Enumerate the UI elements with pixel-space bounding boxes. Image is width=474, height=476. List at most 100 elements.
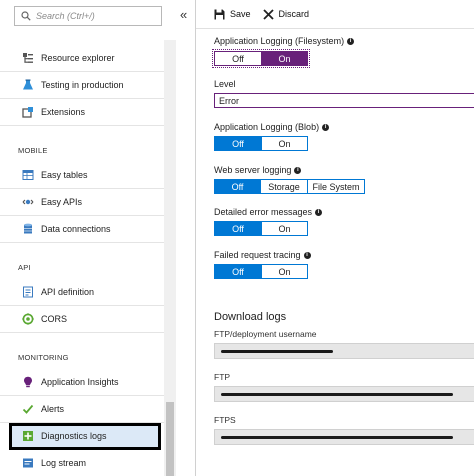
app-logging-blob-label: Application Logging (Blob) i [214, 122, 330, 132]
sidebar-item-label: Easy APIs [41, 197, 83, 207]
close-icon [262, 8, 274, 20]
sidebar-item-log-stream[interactable]: Log stream [0, 450, 164, 476]
ftp-username-label: FTP/deployment username [214, 329, 317, 339]
web-server-logging-storage[interactable]: Storage [261, 179, 308, 194]
info-icon[interactable]: i [303, 251, 311, 259]
info-icon[interactable]: i [347, 37, 355, 45]
redacted-value [221, 350, 333, 353]
ftps-label: FTPS [214, 415, 236, 425]
info-icon[interactable]: i [294, 166, 302, 174]
flask-icon [22, 79, 34, 91]
sidebar-item-api-definition[interactable]: API definition [0, 279, 164, 306]
detailed-errors-toggle: Off On [214, 221, 308, 236]
sidebar-item-application-insights[interactable]: Application Insights [0, 369, 164, 396]
ftps-url-field[interactable] [214, 429, 474, 445]
web-server-logging-toggle: Off Storage File System [214, 179, 365, 194]
web-server-logging-label: Web server logging i [214, 165, 302, 175]
save-button[interactable]: Save [214, 9, 251, 20]
sidebar-item-label: Alerts [41, 404, 65, 414]
save-icon [214, 9, 225, 19]
field-label-text: Detailed error messages [214, 207, 313, 217]
sidebar-item-label: CORS [41, 314, 68, 324]
detailed-errors-off[interactable]: Off [214, 221, 262, 236]
section-header-mobile: MOBILE [18, 146, 48, 155]
ftp-label: FTP [214, 372, 231, 382]
info-icon[interactable]: i [322, 123, 330, 131]
table-icon [22, 169, 34, 181]
diagnostics-icon [22, 430, 34, 442]
toolbar-divider [196, 28, 474, 29]
log-stream-icon [22, 457, 34, 469]
sidebar-item-data-connections[interactable]: Data connections [0, 216, 164, 243]
sidebar: « Resource explorer Testing in productio… [0, 0, 196, 476]
redacted-value [221, 436, 453, 439]
diagnostics-logs-panel: Save Discard Application Logging (Filesy… [196, 0, 474, 476]
sidebar-item-cors[interactable]: CORS [0, 306, 164, 333]
web-server-logging-off[interactable]: Off [214, 179, 261, 194]
failed-request-tracing-off[interactable]: Off [214, 264, 262, 279]
info-icon[interactable]: i [315, 208, 323, 216]
detailed-errors-label: Detailed error messages i [214, 207, 323, 217]
failed-request-tracing-on[interactable]: On [262, 264, 308, 279]
search-box[interactable] [14, 6, 162, 26]
app-logging-blob-off[interactable]: Off [214, 136, 262, 151]
sidebar-item-label: Easy tables [41, 170, 88, 180]
sidebar-item-alerts[interactable]: Alerts [0, 396, 164, 423]
level-select[interactable]: Error [214, 93, 474, 108]
sidebar-nav: Resource explorer Testing in production … [0, 45, 164, 476]
detailed-errors-on[interactable]: On [262, 221, 308, 236]
app-logging-fs-toggle: Off On [212, 49, 310, 68]
field-label-text: Application Logging (Blob) [214, 122, 320, 132]
sidebar-item-extensions[interactable]: Extensions [0, 99, 164, 126]
field-label-text: Application Logging (Filesystem) [214, 36, 345, 46]
field-label-text: Failed request tracing [214, 250, 301, 260]
field-label-text: Web server logging [214, 165, 292, 175]
api-definition-icon [22, 286, 34, 298]
search-icon [21, 11, 31, 21]
level-label: Level [214, 79, 236, 89]
sidebar-item-label: Resource explorer [41, 53, 115, 63]
sidebar-item-resource-explorer[interactable]: Resource explorer [0, 45, 164, 72]
sidebar-item-label: Extensions [41, 107, 86, 117]
lightbulb-icon [22, 376, 34, 388]
download-logs-title: Download logs [214, 311, 287, 323]
sidebar-item-label: API definition [41, 287, 95, 297]
field-label-text: Level [214, 79, 236, 89]
save-label: Save [230, 9, 251, 19]
app-logging-fs-label: Application Logging (Filesystem) i [214, 36, 355, 46]
level-value: Error [219, 95, 239, 106]
sidebar-item-easy-apis[interactable]: Easy APIs [0, 189, 164, 216]
sidebar-item-label: Log stream [41, 458, 87, 468]
database-icon [22, 223, 34, 235]
discard-label: Discard [278, 9, 310, 19]
section-header-monitoring: MONITORING [18, 353, 69, 362]
search-input[interactable] [36, 11, 156, 21]
collapse-sidebar-button[interactable]: « [180, 8, 187, 22]
scrollbar-thumb[interactable] [166, 402, 174, 476]
resource-explorer-icon [22, 52, 34, 64]
app-logging-blob-toggle: Off On [214, 136, 308, 151]
ftp-username-field[interactable] [214, 343, 474, 359]
failed-request-tracing-toggle: Off On [214, 264, 308, 279]
cors-icon [22, 313, 34, 325]
sidebar-scrollbar[interactable] [164, 40, 176, 476]
redacted-value [221, 393, 453, 396]
sidebar-item-testing-in-production[interactable]: Testing in production [0, 72, 164, 99]
api-icon [22, 196, 34, 208]
check-alert-icon [22, 403, 34, 415]
sidebar-item-label: Data connections [41, 224, 111, 234]
sidebar-item-label: Testing in production [41, 80, 124, 90]
app-logging-blob-on[interactable]: On [262, 136, 308, 151]
ftp-url-field[interactable] [214, 386, 474, 402]
extensions-icon [22, 106, 34, 118]
toolbar: Save Discard [214, 7, 321, 21]
sidebar-item-easy-tables[interactable]: Easy tables [0, 162, 164, 189]
failed-request-tracing-label: Failed request tracing i [214, 250, 311, 260]
app-logging-fs-on[interactable]: On [262, 51, 308, 66]
web-server-logging-file-system[interactable]: File System [308, 179, 365, 194]
app-logging-fs-off[interactable]: Off [214, 51, 262, 66]
section-header-api: API [18, 263, 31, 272]
sidebar-item-diagnostics-logs[interactable]: Diagnostics logs [9, 423, 161, 450]
sidebar-item-label: Application Insights [41, 377, 119, 387]
discard-button[interactable]: Discard [262, 8, 310, 20]
